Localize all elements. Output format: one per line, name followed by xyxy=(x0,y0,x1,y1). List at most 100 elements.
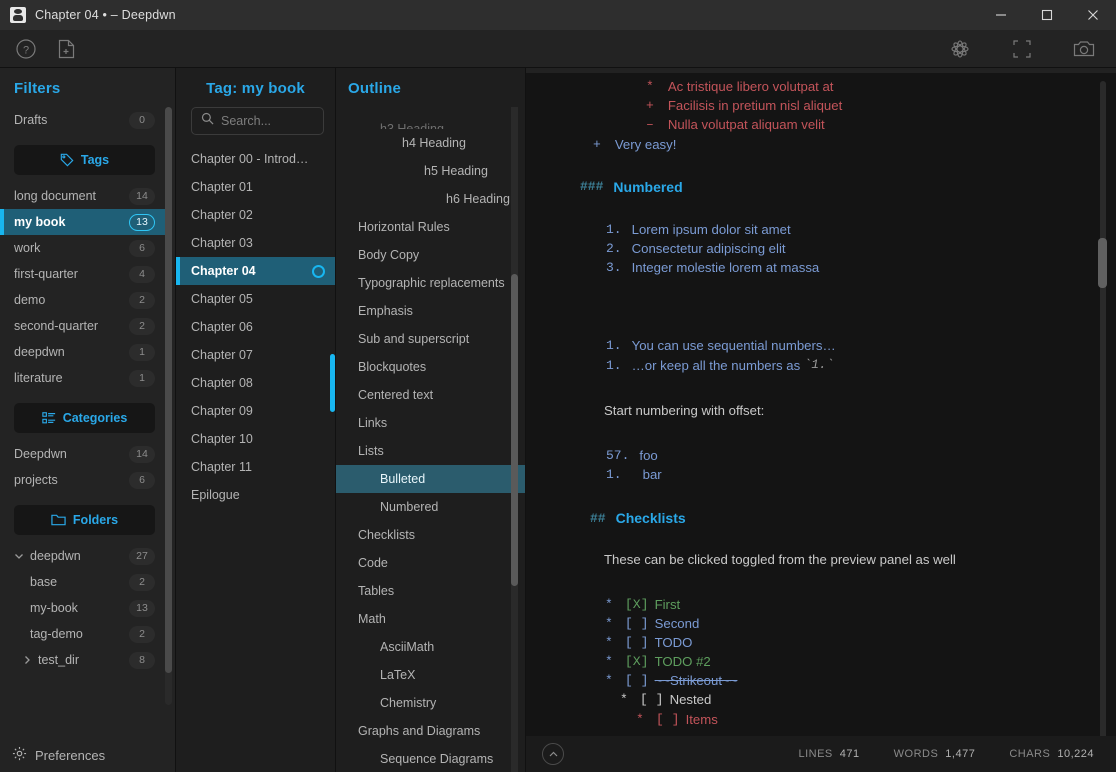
tag-row-long-document[interactable]: long document 14 xyxy=(0,183,165,209)
outline-item-numbered[interactable]: Numbered xyxy=(336,493,525,521)
tag-row-demo[interactable]: demo 2 xyxy=(0,287,165,313)
document-item-chapter-08[interactable]: Chapter 08 xyxy=(176,369,335,397)
editor-text-area[interactable]: * Ac tristique libero volutpat at + Faci… xyxy=(526,73,1116,736)
editor-scrollbar-track[interactable] xyxy=(1100,81,1106,736)
search-box[interactable] xyxy=(191,107,324,135)
outline-item-body-copy[interactable]: Body Copy xyxy=(336,241,525,269)
outline-item-h3-heading[interactable]: h3 Heading xyxy=(336,115,525,129)
line-text: …or keep all the numbers as xyxy=(632,358,804,373)
document-items: Chapter 00 - Introd… Chapter 01 Chapter … xyxy=(176,145,335,509)
outline-item-emphasis[interactable]: Emphasis xyxy=(336,297,525,325)
document-item-chapter-09[interactable]: Chapter 09 xyxy=(176,397,335,425)
folders-section-header[interactable]: Folders xyxy=(14,505,155,535)
chevron-up-icon[interactable] xyxy=(542,743,564,765)
folder-row-deepdwn[interactable]: deepdwn 27 xyxy=(0,543,165,569)
line-text: Ac tristique libero volutpat at xyxy=(668,79,834,94)
outline-item-horizontal-rules[interactable]: Horizontal Rules xyxy=(336,213,525,241)
file-plus-icon[interactable] xyxy=(52,35,80,63)
editor-line: Start numbering with offset: xyxy=(576,401,1076,420)
outline-item-centered-text[interactable]: Centered text xyxy=(336,381,525,409)
tag-row-literature[interactable]: literature 1 xyxy=(0,365,165,391)
document-item-label: Chapter 07 xyxy=(191,348,325,362)
document-item-chapter-01[interactable]: Chapter 01 xyxy=(176,173,335,201)
close-icon[interactable] xyxy=(1070,0,1116,30)
tags-section-header[interactable]: Tags xyxy=(14,145,155,175)
tag-row-work[interactable]: work 6 xyxy=(0,235,165,261)
bullet-marker: * xyxy=(620,692,628,707)
outline-item-lists[interactable]: Lists xyxy=(336,437,525,465)
checkbox-marker[interactable]: [ ] xyxy=(625,616,649,631)
folder-row-tag-demo[interactable]: tag-demo 2 xyxy=(0,621,165,647)
checkbox-marker[interactable]: [X] xyxy=(625,597,649,612)
outline-item-latex[interactable]: LaTeX xyxy=(336,661,525,689)
focus-brackets-icon[interactable] xyxy=(1008,35,1036,63)
categories-section-header[interactable]: Categories xyxy=(14,403,155,433)
category-count: 14 xyxy=(129,446,155,463)
category-row-projects[interactable]: projects 6 xyxy=(0,467,165,493)
outline-item-h5-heading[interactable]: h5 Heading xyxy=(336,157,525,185)
outline-item-h6-heading[interactable]: h6 Heading xyxy=(336,185,525,213)
outline-item-tables[interactable]: Tables xyxy=(336,577,525,605)
heading-text: Checklists xyxy=(616,510,686,526)
document-item-chapter-03[interactable]: Chapter 03 xyxy=(176,229,335,257)
minimize-icon[interactable] xyxy=(978,0,1024,30)
stat-words-key: WORDS xyxy=(894,748,939,760)
document-item-chapter-10[interactable]: Chapter 10 xyxy=(176,425,335,453)
filters-scrollbar-thumb[interactable] xyxy=(165,107,172,673)
category-row-deepdwn[interactable]: Deepdwn 14 xyxy=(0,441,165,467)
document-item-chapter-05[interactable]: Chapter 05 xyxy=(176,285,335,313)
outline-item-typographic-replacements[interactable]: Typographic replacements xyxy=(336,269,525,297)
editor-line: These can be clicked toggled from the pr… xyxy=(576,550,1076,569)
outline-item-links[interactable]: Links xyxy=(336,409,525,437)
outline-item-chemistry[interactable]: Chemistry xyxy=(336,689,525,717)
checkbox-marker[interactable]: [ ] xyxy=(625,635,649,650)
search-wrapper xyxy=(176,107,335,145)
editor-blank-line xyxy=(576,201,1076,220)
outline-item-bulleted[interactable]: Bulleted xyxy=(336,465,525,493)
outline-item-sequence-diagrams[interactable]: Sequence Diagrams xyxy=(336,745,525,772)
document-item-chapter-02[interactable]: Chapter 02 xyxy=(176,201,335,229)
question-circle-icon[interactable]: ? xyxy=(12,35,40,63)
flower-icon[interactable] xyxy=(946,35,974,63)
outline-item-asciimath[interactable]: AsciiMath xyxy=(336,633,525,661)
checkbox-marker[interactable]: [X] xyxy=(625,654,649,669)
checkbox-marker[interactable]: [ ] xyxy=(640,692,664,707)
maximize-icon[interactable] xyxy=(1024,0,1070,30)
preferences-button[interactable]: Preferences xyxy=(0,738,175,772)
window-title: Chapter 04 • – Deepdwn xyxy=(35,8,176,22)
tag-row-deepdwn[interactable]: deepdwn 1 xyxy=(0,339,165,365)
outline-scrollbar-thumb[interactable] xyxy=(511,274,518,586)
outline-item-blockquotes[interactable]: Blockquotes xyxy=(336,353,525,381)
checkbox-marker[interactable]: [ ] xyxy=(625,673,649,688)
editor-scrollbar-thumb[interactable] xyxy=(1098,238,1107,288)
folder-row-my-book[interactable]: my-book 13 xyxy=(0,595,165,621)
outline-item-graphs-and-diagrams[interactable]: Graphs and Diagrams xyxy=(336,717,525,745)
outline-item-math[interactable]: Math xyxy=(336,605,525,633)
line-text: Consectetur adipiscing elit xyxy=(632,241,786,256)
chevron-down-icon[interactable] xyxy=(14,551,28,561)
checkbox-marker[interactable]: [ ] xyxy=(656,712,680,727)
chevron-right-icon[interactable] xyxy=(22,655,36,665)
unsaved-indicator-icon xyxy=(312,265,325,278)
search-input[interactable] xyxy=(221,114,314,128)
outline-item-checklists[interactable]: Checklists xyxy=(336,521,525,549)
camera-icon[interactable] xyxy=(1070,35,1098,63)
tag-row-first-quarter[interactable]: first-quarter 4 xyxy=(0,261,165,287)
filter-drafts[interactable]: Drafts 0 xyxy=(0,107,165,133)
category-label: projects xyxy=(14,473,129,487)
document-item-chapter-11[interactable]: Chapter 11 xyxy=(176,453,335,481)
doclist-scrollbar-thumb[interactable] xyxy=(330,354,335,412)
document-item-chapter-06[interactable]: Chapter 06 xyxy=(176,313,335,341)
folder-row-base[interactable]: base 2 xyxy=(0,569,165,595)
document-item-epilogue[interactable]: Epilogue xyxy=(176,481,335,509)
tag-row-second-quarter[interactable]: second-quarter 2 xyxy=(0,313,165,339)
outline-item-sub-and-superscript[interactable]: Sub and superscript xyxy=(336,325,525,353)
outline-item-h4-heading[interactable]: h4 Heading xyxy=(336,129,525,157)
document-item-chapter-04[interactable]: Chapter 04 xyxy=(176,257,335,285)
outline-item-code[interactable]: Code xyxy=(336,549,525,577)
document-item-chapter-00[interactable]: Chapter 00 - Introd… xyxy=(176,145,335,173)
document-item-chapter-07[interactable]: Chapter 07 xyxy=(176,341,335,369)
line-text: ~~Strikeout~~ xyxy=(655,673,738,688)
folder-row-test-dir[interactable]: test_dir 8 xyxy=(0,647,165,673)
tag-row-my-book[interactable]: my book 13 xyxy=(0,209,165,235)
